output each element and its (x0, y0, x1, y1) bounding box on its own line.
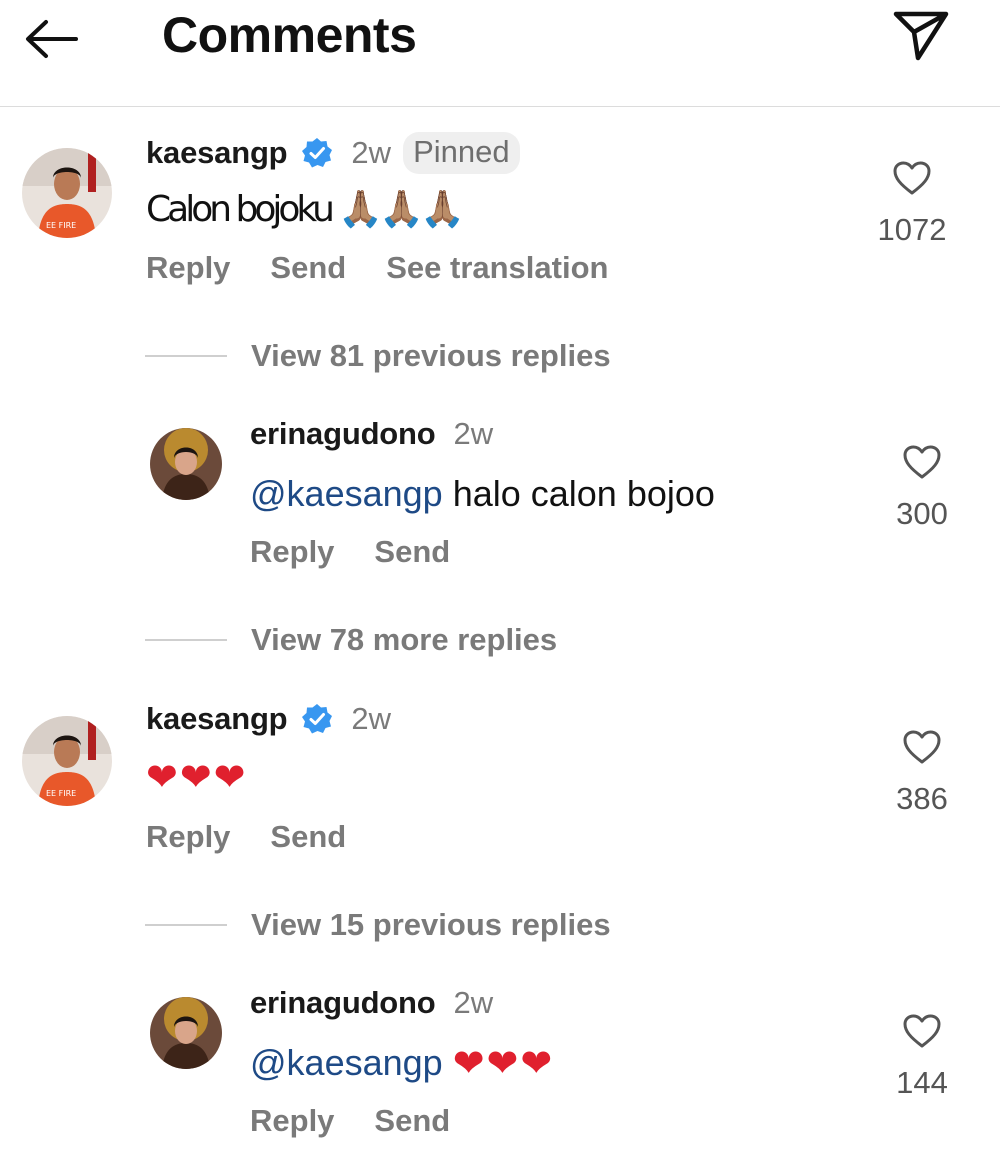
comment-actions: Reply Send See translation (146, 250, 648, 286)
username[interactable]: kaesangp (146, 135, 288, 171)
comment-meta: kaesangp 2w (146, 701, 391, 737)
avatar[interactable]: EE FIRE (22, 716, 112, 806)
heart-emoji-group: ❤❤❤ (453, 1044, 555, 1082)
heart-emoji-group: ❤❤❤ (146, 758, 248, 796)
reply-text: @kaesangp ❤❤❤ (250, 1042, 554, 1084)
header-bar: Comments (0, 0, 1000, 107)
reply-meta: erinagudono 2w (250, 985, 493, 1021)
back-arrow-icon[interactable] (22, 14, 82, 64)
comment-actions: Reply Send (146, 819, 386, 855)
timestamp: 2w (351, 135, 392, 170)
reply-body: ❤❤❤ (452, 1041, 555, 1085)
reply-body: halo calon bojoo (452, 473, 715, 514)
comment-body: Calon bojoku 🙏🏽🙏🏽🙏🏽 (146, 189, 465, 230)
heart-outline-icon[interactable] (902, 444, 942, 480)
view-previous-replies-button[interactable]: View 81 previous replies (145, 338, 611, 374)
timestamp: 2w (351, 701, 392, 736)
avatar[interactable] (150, 997, 222, 1069)
reply-meta: erinagudono 2w (250, 416, 493, 452)
divider-line (145, 355, 227, 357)
like-control: 386 (882, 729, 962, 817)
send-button[interactable]: Send (270, 250, 346, 286)
send-button[interactable]: Send (270, 819, 346, 855)
mention-link[interactable]: @kaesangp (250, 1042, 443, 1084)
view-more-replies-button[interactable]: View 78 more replies (145, 622, 557, 658)
like-count: 1072 (877, 212, 947, 247)
reply-button[interactable]: Reply (146, 819, 230, 855)
comment-text: ❤❤❤ (146, 758, 248, 796)
heart-outline-icon[interactable] (902, 1013, 942, 1049)
svg-text:EE FIRE: EE FIRE (46, 789, 76, 798)
reply-button[interactable]: Reply (250, 534, 334, 570)
send-button[interactable]: Send (374, 534, 450, 570)
username[interactable]: erinagudono (250, 985, 436, 1021)
timestamp: 2w (453, 985, 494, 1020)
view-replies-label: View 78 more replies (251, 622, 558, 657)
view-replies-label: View 15 previous replies (251, 907, 611, 942)
reply-button[interactable]: Reply (250, 1103, 334, 1139)
svg-text:EE FIRE: EE FIRE (46, 221, 76, 230)
comment-body: ❤❤❤ (146, 755, 248, 799)
heart-outline-icon[interactable] (902, 729, 942, 765)
timestamp: 2w (453, 416, 494, 451)
username[interactable]: kaesangp (146, 701, 288, 737)
paper-plane-icon[interactable] (892, 8, 950, 62)
verified-badge-icon (302, 138, 333, 168)
see-translation-button[interactable]: See translation (386, 250, 608, 286)
verified-badge-icon (302, 704, 333, 734)
view-previous-replies-button[interactable]: View 15 previous replies (145, 907, 611, 943)
like-control: 300 (882, 444, 962, 532)
divider-line (145, 639, 227, 641)
like-count: 144 (896, 1065, 948, 1100)
mention-link[interactable]: @kaesangp (250, 473, 443, 515)
like-control: 1072 (872, 160, 952, 248)
comment-text: Calon bojoku 🙏🏽🙏🏽🙏🏽 (146, 188, 465, 230)
avatar[interactable]: EE FIRE (22, 148, 112, 238)
reply-button[interactable]: Reply (146, 250, 230, 286)
view-replies-label: View 81 previous replies (251, 338, 611, 373)
username[interactable]: erinagudono (250, 416, 436, 452)
send-button[interactable]: Send (374, 1103, 450, 1139)
avatar[interactable] (150, 428, 222, 500)
reply-actions: Reply Send (250, 534, 490, 570)
pinned-badge: Pinned (403, 132, 520, 174)
heart-outline-icon[interactable] (892, 160, 932, 196)
reply-text: @kaesangp halo calon bojoo (250, 473, 715, 515)
like-count: 300 (896, 496, 948, 531)
page-title: Comments (162, 7, 417, 63)
reply-actions: Reply Send (250, 1103, 490, 1139)
divider-line (145, 924, 227, 926)
comment-meta: kaesangp 2w Pinned (146, 132, 520, 174)
like-count: 386 (896, 781, 948, 816)
like-control: 144 (882, 1013, 962, 1101)
